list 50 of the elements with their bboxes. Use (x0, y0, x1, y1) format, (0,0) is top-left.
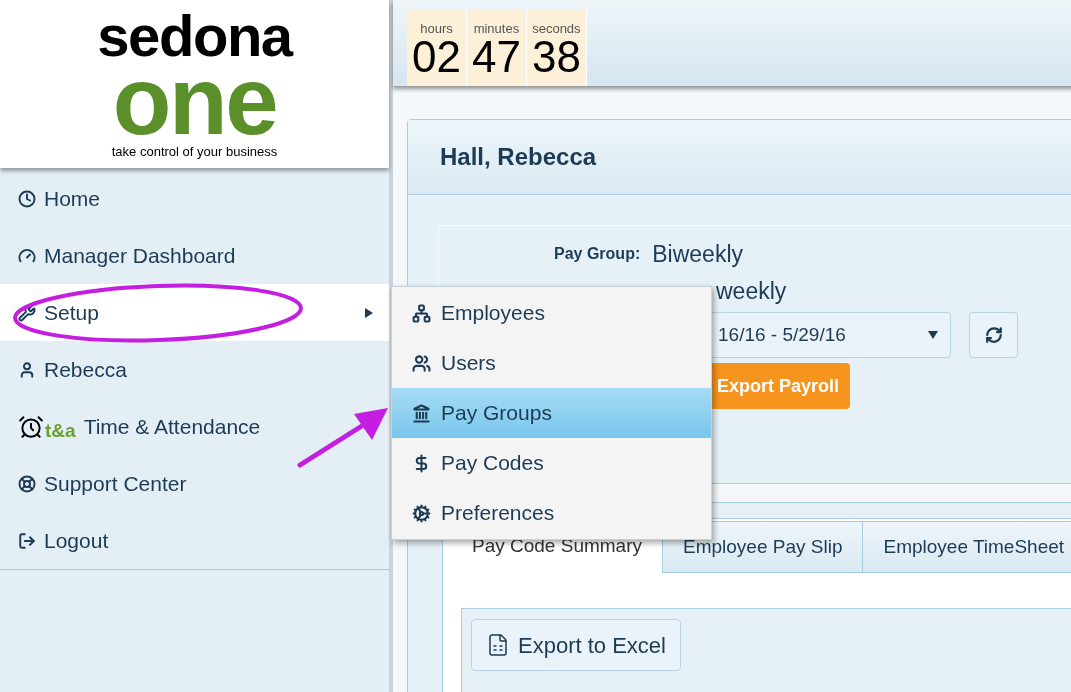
timer-unit: hours (420, 22, 453, 35)
field-label: Pay Group: (554, 244, 641, 264)
employee-name: Hall, Rebecca (440, 142, 597, 172)
nav-label: Rebecca (44, 356, 127, 383)
nav-item[interactable]: Logout (0, 512, 389, 569)
tab[interactable]: Employee TimeSheet (863, 521, 1071, 572)
timer-value: 02 (412, 35, 461, 79)
submenu-item[interactable]: Pay Codes (392, 438, 711, 488)
submenu-label: Employees (441, 300, 545, 327)
timer-unit: minutes (473, 22, 520, 35)
nav-label: Time & Attendance (83, 413, 261, 440)
nav-item[interactable]: Manager Dashboard (0, 227, 389, 284)
icon-label: t&a (45, 420, 76, 440)
nav-label: Home (44, 185, 101, 212)
bank-icon (412, 403, 431, 423)
nav-item[interactable]: Home (0, 170, 389, 227)
field-value: Biweekly (652, 239, 743, 269)
submenu-label: Pay Codes (441, 450, 544, 477)
user-icon (18, 360, 36, 379)
nav-label: Logout (44, 527, 109, 554)
submenu-label: Pay Groups (441, 400, 552, 427)
clock-icon (18, 189, 36, 208)
nav-item[interactable]: Support Center (0, 455, 389, 512)
nav-item[interactable]: t&a Time & Attendance (0, 398, 389, 455)
lifebuoy-icon (18, 474, 36, 493)
dropdown-icon (928, 331, 938, 339)
gauge-icon (18, 246, 36, 265)
submenu-item[interactable]: Pay Groups (392, 388, 711, 438)
nav-item[interactable]: Rebecca (0, 341, 389, 398)
timer-value: 38 (531, 35, 581, 79)
logo-word: sedona (97, 10, 292, 61)
submenu-label: Users (441, 350, 496, 377)
logo-tagline: take control of your business (111, 144, 278, 158)
spreadsheet-icon (486, 633, 510, 657)
timer-unit: seconds (532, 22, 581, 35)
tab[interactable]: Employee Pay Slip (663, 521, 864, 572)
nav-label: Setup (44, 299, 99, 326)
alarm-clock-icon (18, 413, 44, 440)
logo-word: one (112, 60, 277, 141)
nav-label: Manager Dashboard (44, 242, 236, 269)
export-excel-button[interactable]: Export to Excel (471, 619, 681, 671)
refresh-icon (984, 326, 1003, 344)
timer-value: 47 (471, 35, 521, 79)
gears-icon (412, 503, 431, 523)
field-value: weekly (716, 276, 787, 306)
users-icon (412, 353, 431, 373)
hierarchy-icon (412, 303, 431, 323)
logout-icon (18, 531, 36, 550)
refresh-button[interactable] (969, 312, 1018, 358)
nav-label: Support Center (44, 470, 187, 497)
